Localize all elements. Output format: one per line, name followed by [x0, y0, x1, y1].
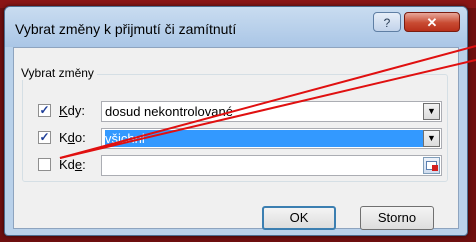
annotation-arrows — [59, 45, 476, 159]
annotation-line-lower — [59, 59, 476, 159]
annotation-line-upper — [59, 45, 476, 159]
